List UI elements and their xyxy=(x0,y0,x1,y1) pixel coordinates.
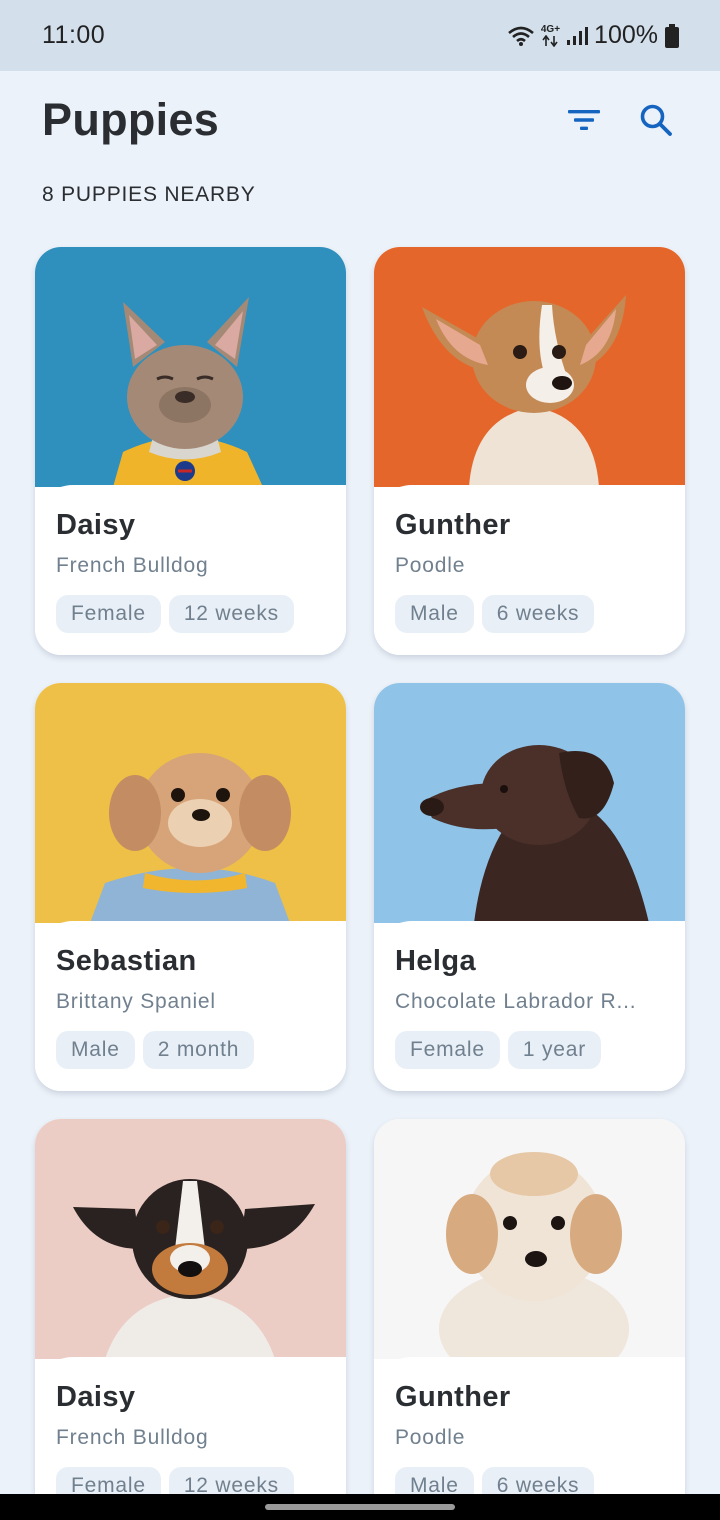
status-time: 11:00 xyxy=(42,21,106,49)
puppy-breed: Poodle xyxy=(395,1426,466,1449)
puppy-grid: Daisy French Bulldog Female 12 weeks Gun… xyxy=(35,247,685,1520)
app-header: Puppies xyxy=(42,92,682,148)
age-chip: 2 month xyxy=(142,1031,255,1069)
signal-icon xyxy=(566,26,589,46)
puppy-breed: Poodle xyxy=(395,554,466,577)
puppy-info: Daisy French Bulldog Female 12 weeks xyxy=(35,485,346,655)
puppy-name: Daisy xyxy=(56,1381,136,1413)
puppy-name: Gunther xyxy=(395,509,511,541)
search-button[interactable] xyxy=(638,102,674,138)
puppy-info: Sebastian Brittany Spaniel Male 2 month xyxy=(35,921,346,1091)
nearby-count: 8 PUPPIES NEARBY xyxy=(42,183,256,206)
puppy-tags: Female 1 year xyxy=(395,1031,664,1069)
network-4g-icon: 4G+ xyxy=(541,24,560,47)
puppy-name: Gunther xyxy=(395,1381,511,1413)
puppy-breed: Chocolate Labrador R... xyxy=(395,990,637,1013)
puppy-tags: Male 2 month xyxy=(56,1031,325,1069)
home-gesture-handle[interactable] xyxy=(265,1504,455,1510)
puppy-card[interactable]: Helga Chocolate Labrador R... Female 1 y… xyxy=(374,683,685,1091)
puppy-photo xyxy=(374,683,685,923)
puppy-info: Gunther Poodle Male 6 weeks xyxy=(374,485,685,655)
puppy-name: Helga xyxy=(395,945,476,977)
wifi-icon xyxy=(507,25,535,47)
sex-chip: Female xyxy=(56,595,161,633)
puppy-card[interactable]: Gunther Poodle Male 6 weeks xyxy=(374,247,685,655)
age-chip: 1 year xyxy=(507,1031,601,1069)
page-title: Puppies xyxy=(42,94,220,145)
puppy-photo xyxy=(35,683,346,923)
header-actions xyxy=(566,102,682,138)
puppy-photo xyxy=(35,1119,346,1359)
puppy-card[interactable]: Gunther Poodle Male 6 weeks xyxy=(374,1119,685,1520)
puppy-photo xyxy=(35,247,346,487)
puppy-breed: French Bulldog xyxy=(56,1426,209,1449)
status-icons: 4G+ 100% xyxy=(507,21,680,50)
puppy-photo xyxy=(374,247,685,487)
battery-icon xyxy=(664,23,680,49)
puppy-name: Sebastian xyxy=(56,945,197,977)
sex-chip: Male xyxy=(56,1031,135,1069)
puppy-tags: Male 6 weeks xyxy=(395,595,664,633)
puppy-breed: French Bulldog xyxy=(56,554,209,577)
age-chip: 6 weeks xyxy=(481,595,595,633)
navigation-bar xyxy=(0,1494,720,1520)
filter-button[interactable] xyxy=(566,102,602,138)
puppy-card[interactable]: Daisy French Bulldog Female 12 weeks xyxy=(35,247,346,655)
puppy-info: Helga Chocolate Labrador R... Female 1 y… xyxy=(374,921,685,1091)
age-chip: 12 weeks xyxy=(168,595,294,633)
puppy-card[interactable]: Sebastian Brittany Spaniel Male 2 month xyxy=(35,683,346,1091)
status-bar: 11:00 4G+ 100% xyxy=(0,0,720,71)
sex-chip: Male xyxy=(395,595,474,633)
battery-text: 100% xyxy=(594,21,658,49)
puppy-photo xyxy=(374,1119,685,1359)
filter-icon xyxy=(568,110,600,130)
puppy-name: Daisy xyxy=(56,509,136,541)
puppy-breed: Brittany Spaniel xyxy=(56,990,216,1013)
sex-chip: Female xyxy=(395,1031,500,1069)
puppy-tags: Female 12 weeks xyxy=(56,595,325,633)
puppy-card[interactable]: Daisy French Bulldog Female 12 weeks xyxy=(35,1119,346,1520)
search-icon xyxy=(640,104,672,136)
